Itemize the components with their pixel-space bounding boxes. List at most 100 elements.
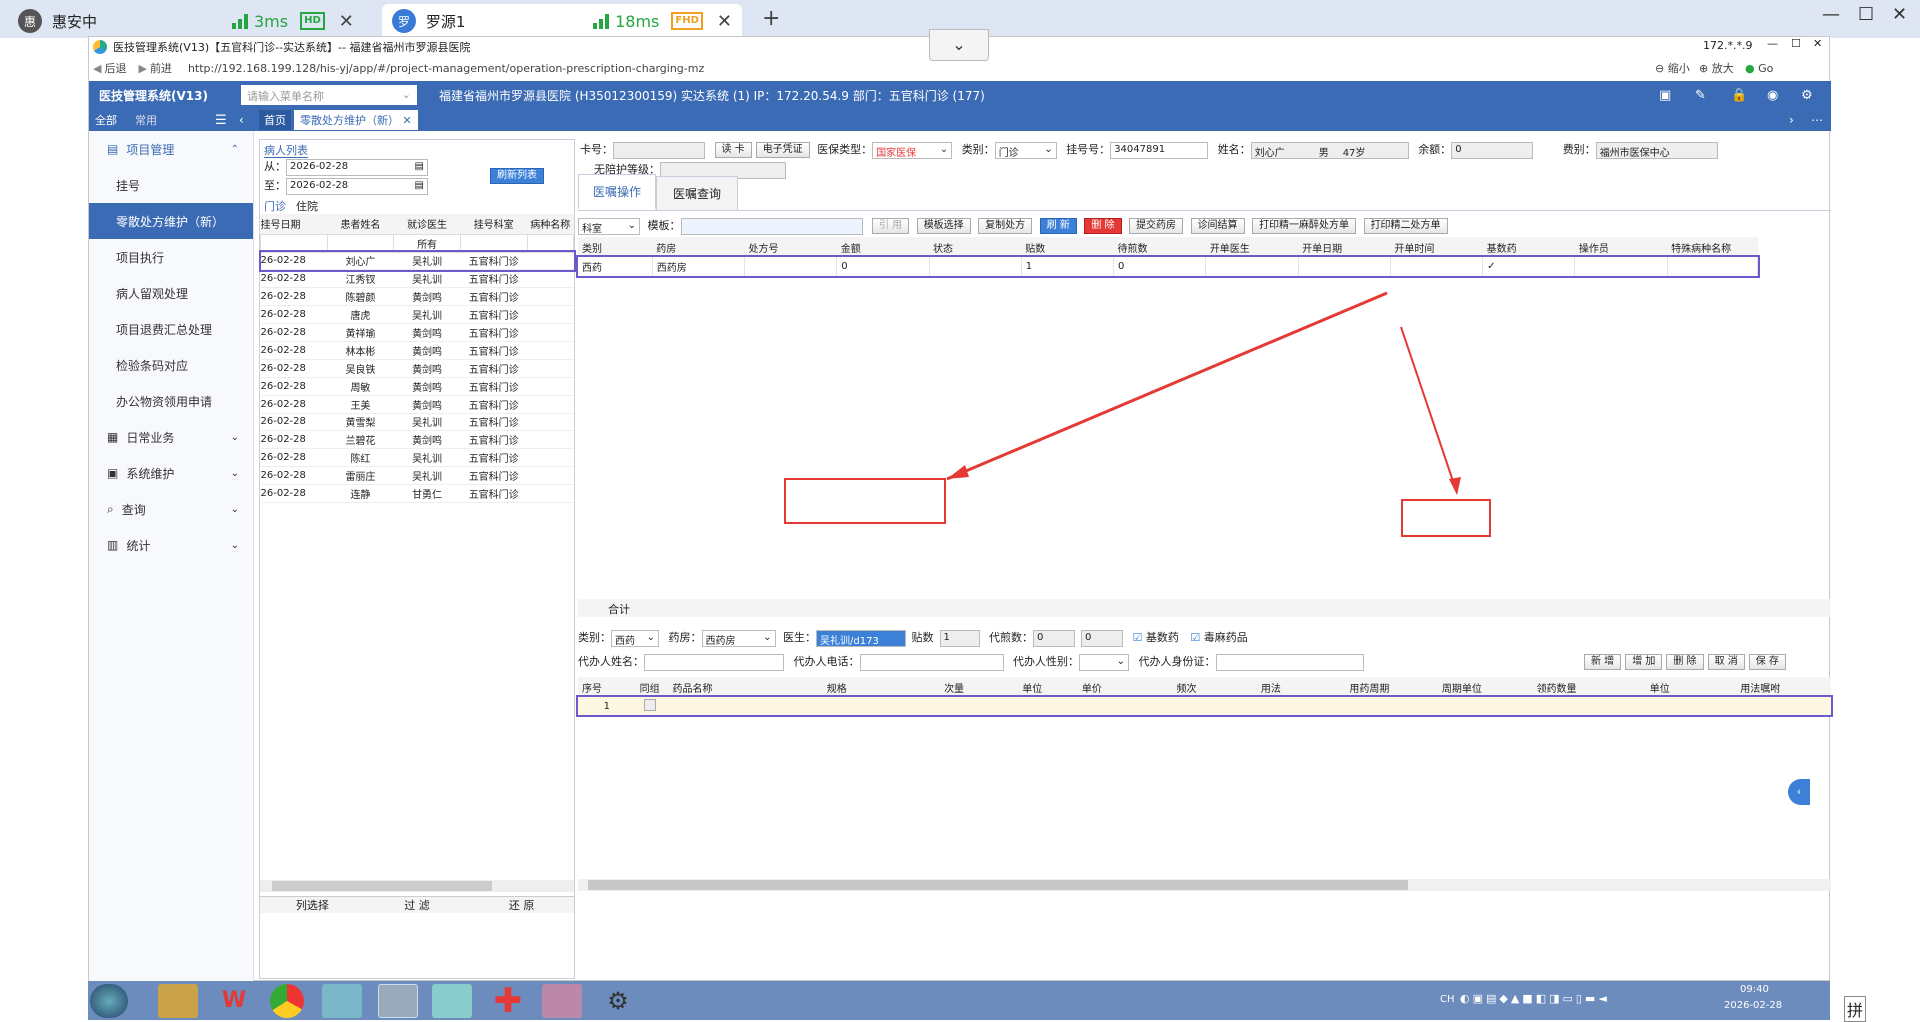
insurance-type-select[interactable]: 国家医保 ⌄ xyxy=(872,141,953,159)
monitor-icon[interactable]: ▣ xyxy=(1659,88,1671,103)
column-select-button[interactable]: 列选择 xyxy=(260,897,365,913)
sidebar-item-barcode[interactable]: 检验条码对应 xyxy=(89,347,253,383)
app-icon[interactable] xyxy=(322,984,362,1018)
close-icon[interactable]: ✕ xyxy=(1813,37,1822,50)
cancel-button[interactable]: 取 消 xyxy=(1707,654,1745,670)
category-select[interactable]: 门诊 ⌄ xyxy=(994,141,1057,159)
filter-cell[interactable]: 所有 xyxy=(393,233,461,253)
cite-button[interactable]: 引 用 xyxy=(872,218,910,234)
table-row[interactable]: 26-02-28 黄雪梨 吴礼训 五官科门诊 xyxy=(260,413,574,432)
forward-button[interactable]: 前进 xyxy=(150,60,172,76)
close-window-icon[interactable]: ✕ xyxy=(1892,4,1907,25)
minimize-icon[interactable]: — xyxy=(1822,4,1840,25)
refresh-list-button[interactable]: 刷新列表 xyxy=(490,168,544,184)
submit-pharmacy-button[interactable]: 提交药房 xyxy=(1129,218,1184,234)
agent-name-input[interactable] xyxy=(644,653,784,671)
clinic-settle-button[interactable]: 诊间结算 xyxy=(1190,218,1245,234)
url-field[interactable]: http://192.168.199.128/his-yj/app/#/proj… xyxy=(188,62,704,75)
his-app-icon[interactable] xyxy=(378,984,418,1018)
tab-outpatient[interactable]: 门诊 xyxy=(264,200,286,213)
restore-button[interactable]: 还 原 xyxy=(469,897,574,913)
minimize-icon[interactable]: — xyxy=(1767,37,1778,50)
ime-indicator[interactable]: CH xyxy=(1440,994,1455,1005)
maximize-icon[interactable]: ☐ xyxy=(1858,4,1874,25)
table-row[interactable]: 西药 西药房 0 1 0 ✓ xyxy=(576,255,1760,278)
back-icon[interactable]: ◀ xyxy=(93,62,101,75)
remote-tab-huian[interactable]: 惠 惠安中 3ms HD ✕ xyxy=(8,4,380,38)
table-row[interactable]: 26-02-28 兰碧花 黄剑鸣 五官科门诊 xyxy=(260,430,574,450)
medical-cross-icon[interactable]: ✚ xyxy=(488,984,528,1018)
delete-button[interactable]: 删 除 xyxy=(1084,218,1122,234)
print-narcotic-button[interactable]: 打印精一麻醉处方单 xyxy=(1252,218,1357,234)
remote-tab-luoyuan[interactable]: 罗 罗源1 18ms FHD ✕ xyxy=(382,4,742,38)
agent-id-input[interactable] xyxy=(1215,653,1364,671)
reg-no-input[interactable]: 34047891 xyxy=(1110,141,1209,159)
chevron-right-icon[interactable]: › xyxy=(1789,113,1794,127)
table-row[interactable]: 26-02-28 陈碧颜 黄剑鸣 五官科门诊 xyxy=(260,287,574,307)
decoct-input[interactable]: 0 xyxy=(1033,629,1075,647)
scroll-thumb[interactable] xyxy=(588,880,1408,890)
filter-cell[interactable] xyxy=(459,233,528,253)
table-cell[interactable] xyxy=(669,697,1832,715)
back-button[interactable]: 后退 xyxy=(104,60,126,76)
tab-inpatient[interactable]: 住院 xyxy=(296,200,318,213)
tab-common[interactable]: 常用 xyxy=(135,112,215,128)
detail-horizontal-scrollbar[interactable] xyxy=(578,879,1831,891)
collapse-toolbar-button[interactable]: ⌄ xyxy=(929,29,989,61)
go-button[interactable]: ● Go xyxy=(1745,62,1773,75)
lock-icon[interactable]: 🔒 xyxy=(1731,88,1747,103)
template-select-button[interactable]: 模板选择 xyxy=(916,218,971,234)
read-card-button[interactable]: 读 卡 xyxy=(714,142,752,158)
base-drug-checkbox[interactable]: ☑ xyxy=(1133,631,1143,644)
doctor-input[interactable]: 吴礼训/d173 xyxy=(816,629,906,647)
sidebar-item-execute[interactable]: 项目执行 xyxy=(89,239,253,275)
more-icon[interactable]: ⋯ xyxy=(1811,113,1823,127)
database-icon[interactable] xyxy=(542,984,582,1018)
tab-current[interactable]: 零散处方维护（新） ✕ xyxy=(294,110,418,130)
table-cell[interactable] xyxy=(636,697,669,715)
filter-cell[interactable] xyxy=(326,233,395,253)
dept-select[interactable]: 科室 ⌄ xyxy=(578,217,640,235)
detail-category-select[interactable]: 西药 ⌄ xyxy=(611,629,659,647)
table-row[interactable]: 26-02-28 刘心广 吴礼训 五官科门诊 xyxy=(258,250,576,272)
menu-toggle-icon[interactable]: ☰ xyxy=(215,113,239,128)
start-button[interactable] xyxy=(90,984,128,1018)
packets-input[interactable]: 1 xyxy=(939,629,980,647)
eye-icon[interactable]: ◉ xyxy=(1767,88,1778,103)
maximize-icon[interactable]: ☐ xyxy=(1791,37,1801,50)
refresh-button[interactable]: 刷 新 xyxy=(1039,218,1077,234)
sidebar-group-system[interactable]: ▣ 系统维护 ⌄ xyxy=(89,455,253,491)
settings-icon[interactable]: ⚙ xyxy=(598,984,638,1018)
close-icon[interactable]: ✕ xyxy=(403,114,412,127)
forward-icon[interactable]: ▶ xyxy=(138,62,146,75)
filter-button[interactable]: 过 滤 xyxy=(365,897,470,913)
close-icon[interactable]: ✕ xyxy=(717,11,732,32)
date-to-input[interactable]: 2026-02-28 ▤ xyxy=(286,177,428,195)
card-input[interactable] xyxy=(613,141,705,159)
tab-order-operation[interactable]: 医嘱操作 xyxy=(578,174,657,210)
table-row[interactable]: 26-02-28 王美 黄剑鸣 五官科门诊 xyxy=(260,395,574,414)
menu-search-input[interactable]: 请输入菜单名称 ⌄ xyxy=(241,85,417,105)
agent-phone-input[interactable] xyxy=(859,653,1004,671)
ime-pinyin-icon[interactable]: 拼 xyxy=(1844,996,1867,1022)
wps-icon[interactable]: W xyxy=(214,984,254,1018)
table-row[interactable]: 26-02-28 雷丽庄 吴礼训 五官科门诊 xyxy=(260,466,574,486)
template-input[interactable] xyxy=(680,217,863,235)
sidebar-item-prescription[interactable]: 零散处方维护（新） xyxy=(89,203,253,239)
chrome-icon[interactable] xyxy=(270,984,304,1018)
sidebar-item-observation[interactable]: 病人留观处理 xyxy=(89,275,253,311)
zoom-in-button[interactable]: ⊕ 放大 xyxy=(1699,60,1734,76)
sidebar-item-register[interactable]: 挂号 xyxy=(89,167,253,203)
sidebar-group-stats[interactable]: ▥ 统计 ⌄ xyxy=(89,527,253,563)
new-tab-icon[interactable]: + xyxy=(762,6,780,31)
table-row[interactable]: 26-02-28 周敏 黄剑鸣 五官科门诊 xyxy=(260,377,574,396)
new-button[interactable]: 新 增 xyxy=(1584,654,1622,670)
remove-button[interactable]: 删 除 xyxy=(1666,654,1704,670)
sidebar-group-daily[interactable]: ▦ 日常业务 ⌄ xyxy=(89,419,253,455)
sidebar-group-project[interactable]: ▤ 项目管理 ⌃ xyxy=(89,131,253,167)
tab-all[interactable]: 全部 xyxy=(89,112,135,128)
tab-order-query[interactable]: 医嘱查询 xyxy=(656,176,739,210)
print-psych2-button[interactable]: 打印精二处方单 xyxy=(1363,218,1448,234)
table-row[interactable]: 1 xyxy=(576,695,1833,717)
tray-icons[interactable]: ◐▣▤◆▲■◧◨▭▯▬◄ xyxy=(1460,992,1610,1005)
